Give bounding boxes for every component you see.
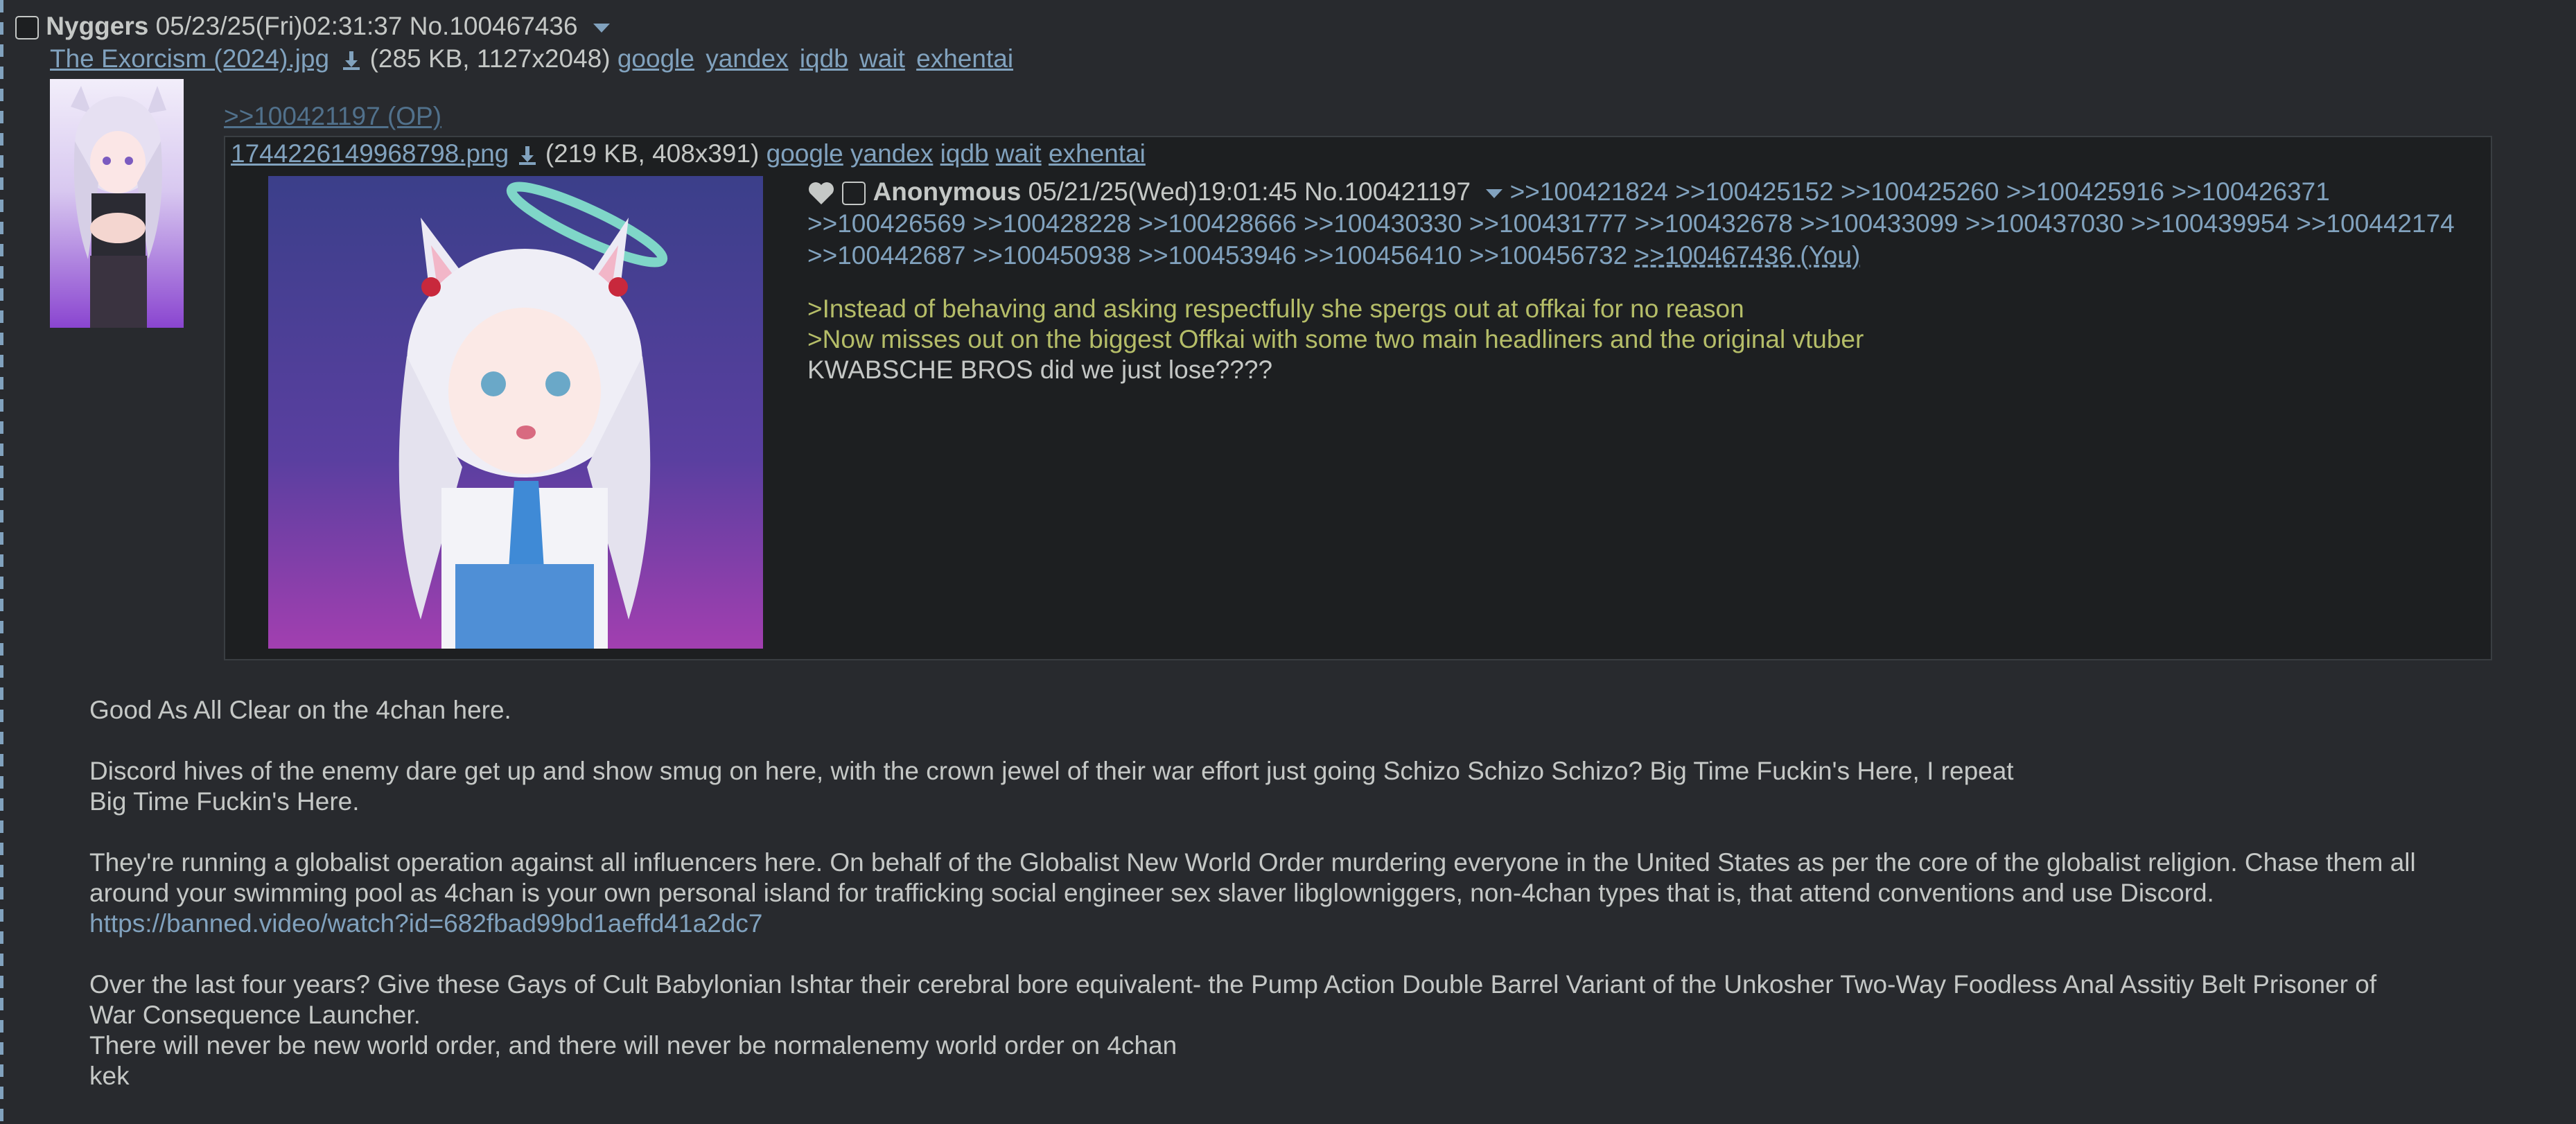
file-link[interactable]: The Exorcism (2024).jpg — [50, 44, 329, 73]
inline-post-text: KWABSCHE BROS did we just lose???? — [807, 355, 1273, 384]
body-line: There will never be new world order, and… — [89, 1031, 1177, 1060]
inline-post-menu-caret-icon[interactable] — [1486, 188, 1503, 198]
thread-rail — [0, 0, 3, 1124]
post-thumbnail[interactable] — [50, 79, 184, 328]
inline-file-size-dims: (219 KB, 408x391) — [545, 139, 760, 168]
backlink[interactable]: >>100431777 — [1469, 209, 1627, 238]
search-link-exhentai[interactable]: exhentai — [916, 44, 1013, 73]
backlink[interactable]: >>100426569 — [807, 209, 965, 238]
backlink[interactable]: >>100450938 — [973, 241, 1131, 270]
backlink[interactable]: >>100437030 — [1965, 209, 2123, 238]
backlink[interactable]: >>100456732 — [1469, 241, 1627, 270]
search-link-google[interactable]: google — [766, 139, 843, 168]
inline-file-link[interactable]: 1744226149968798.png — [231, 139, 509, 168]
search-link-wait[interactable]: wait — [859, 44, 905, 73]
greentext-line: >Instead of behaving and asking respectf… — [807, 295, 1744, 323]
body-line: They're running a globalist operation ag… — [89, 848, 2416, 877]
body-line: War Consequence Launcher. — [89, 1001, 421, 1029]
post-datetime: 05/23/25(Fri)02:31:37 — [155, 12, 403, 40]
search-link-google[interactable]: google — [617, 44, 694, 73]
body-line: Good As All Clear on the 4chan here. — [89, 696, 511, 724]
backlink-you[interactable]: >>100467436 (You) — [1635, 241, 1861, 270]
body-line: around your swimming pool as 4chan is yo… — [89, 879, 2214, 907]
backlink[interactable]: >>100425260 — [1841, 177, 1999, 206]
body-line: Big Time Fuckin's Here. — [89, 787, 360, 816]
inline-poster-name: Anonymous — [873, 177, 1022, 206]
inline-post-header: Anonymous 05/21/25(Wed)19:01:45 No.10042… — [807, 176, 2471, 272]
download-icon[interactable] — [516, 144, 538, 166]
body-paragraph: Good As All Clear on the 4chan here. — [89, 695, 2557, 726]
search-link-exhentai[interactable]: exhentai — [1049, 139, 1146, 168]
heart-icon[interactable] — [807, 181, 835, 206]
inline-post-datetime: 05/21/25(Wed)19:01:45 — [1028, 177, 1297, 206]
inline-post-body: >Instead of behaving and asking respectf… — [807, 294, 1864, 385]
body-paragraph: Over the last four years? Give these Gay… — [89, 969, 2557, 1091]
body-line: Discord hives of the enemy dare get up a… — [89, 757, 2014, 785]
post-select-checkbox[interactable] — [15, 16, 39, 40]
backlink[interactable]: >>100432678 — [1635, 209, 1793, 238]
inline-quoted-post: 1744226149968798.png (219 KB, 408x391) g… — [224, 136, 2492, 660]
backlink[interactable]: >>100428666 — [1138, 209, 1296, 238]
greentext-line: >Now misses out on the biggest Offkai wi… — [807, 325, 1864, 353]
inline-post-select-checkbox[interactable] — [842, 182, 866, 206]
search-link-yandex[interactable]: yandex — [850, 139, 933, 168]
file-size-dims: (285 KB, 1127x2048) — [369, 44, 611, 73]
post-body: Good As All Clear on the 4chan here. Dis… — [89, 695, 2557, 1122]
backlink[interactable]: >>100430330 — [1304, 209, 1462, 238]
body-paragraph: They're running a globalist operation ag… — [89, 848, 2557, 939]
inline-file-info: 1744226149968798.png (219 KB, 408x391) g… — [231, 139, 1146, 169]
backlink[interactable]: >>100421824 — [1510, 177, 1668, 206]
backlink[interactable]: >>100442687 — [807, 241, 965, 270]
body-paragraph: Discord hives of the enemy dare get up a… — [89, 756, 2557, 817]
search-link-iqdb[interactable]: iqdb — [940, 139, 989, 168]
post-number[interactable]: No.100467436 — [410, 12, 578, 40]
file-info: The Exorcism (2024).jpg (285 KB, 1127x20… — [50, 44, 1017, 74]
inline-post-thumbnail[interactable] — [268, 176, 763, 649]
backlink[interactable]: >>100425916 — [2006, 177, 2164, 206]
body-line: kek — [89, 1062, 130, 1090]
backlink[interactable]: >>100425152 — [1675, 177, 1833, 206]
op-backlink[interactable]: >>100421197 (OP) — [224, 101, 441, 132]
search-link-wait[interactable]: wait — [996, 139, 1042, 168]
body-line: Over the last four years? Give these Gay… — [89, 970, 2377, 999]
inline-post-number[interactable]: No.100421197 — [1304, 177, 1471, 206]
backlink[interactable]: >>100426371 — [2171, 177, 2329, 206]
search-link-iqdb[interactable]: iqdb — [800, 44, 848, 73]
backlink[interactable]: >>100439954 — [2131, 209, 2289, 238]
backlink[interactable]: >>100433099 — [1800, 209, 1958, 238]
poster-name: Nyggers — [46, 12, 149, 40]
external-video-link[interactable]: https://banned.video/watch?id=682fbad99b… — [89, 909, 762, 938]
backlink[interactable]: >>100442174 — [2296, 209, 2454, 238]
backlink[interactable]: >>100428228 — [973, 209, 1131, 238]
search-link-yandex[interactable]: yandex — [706, 44, 788, 73]
post-menu-caret-icon[interactable] — [593, 23, 610, 33]
download-icon[interactable] — [340, 49, 362, 71]
post-header: Nyggers 05/23/25(Fri)02:31:37 No.1004674… — [15, 11, 610, 42]
backlink[interactable]: >>100456410 — [1304, 241, 1462, 270]
backlink[interactable]: >>100453946 — [1138, 241, 1296, 270]
